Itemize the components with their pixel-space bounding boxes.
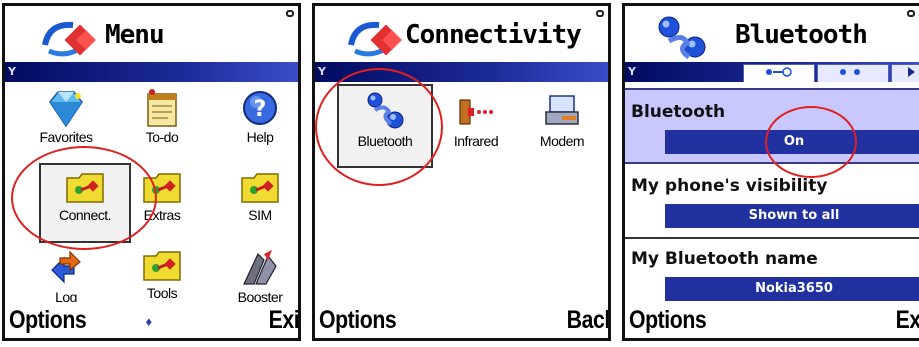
infrared-icon [459,99,493,125]
svg-text:?: ? [254,97,267,122]
bluetooth-settings-tab-icon [766,67,792,77]
menu-item-todo[interactable]: To-do [115,88,209,145]
annotation-circle [315,68,443,186]
setting-label: Bluetooth [631,102,726,122]
tab-settings[interactable] [743,64,815,82]
bluetooth-logo-icon [658,16,706,60]
page-title: Connectivity [405,20,582,50]
menu-screen: Menu Y Favorites To-do ? Help Connect. E… [2,3,301,341]
options-softkey[interactable]: Options [629,306,707,335]
setting-label: My phone's visibility [631,176,828,196]
menu-item-label: Modem [539,133,585,149]
status-indicator-icon [286,10,294,17]
antenna-icon: Y [628,65,636,78]
modem-icon [545,95,579,125]
connectivity-logo-icon [348,21,402,57]
folder-icon [143,251,181,281]
menu-item-infrared[interactable]: Infrared [429,90,523,149]
antenna-icon: Y [318,65,326,78]
paired-devices-tab-icon [840,69,860,75]
menu-item-label: To-do [145,129,179,145]
softkey-bar: Options ♦ Exit [5,302,298,338]
menu-item-tools[interactable]: Tools [115,248,209,301]
nav-bar: Y [5,62,298,82]
antenna-icon: Y [8,65,16,78]
menu-item-sim[interactable]: SIM [213,170,298,223]
setting-phone-visibility[interactable]: My phone's visibility Shown to all [625,166,919,236]
title-bar: Connectivity [315,6,608,64]
arrow-right-icon [908,67,915,77]
options-softkey[interactable]: Options [9,306,87,335]
status-indicator-icon [907,10,915,17]
menu-item-log[interactable]: Log [19,248,113,305]
exit-softkey[interactable]: Exit [269,306,298,335]
menu-item-label: SIM [248,207,272,223]
menu-item-label: Help [246,129,274,145]
tab-paired-devices[interactable] [817,64,889,82]
page-title: Bluetooth [735,20,868,50]
menu-item-booster[interactable]: Booster [213,248,298,305]
status-indicator-icon [596,10,604,17]
setting-value: Shown to all [665,204,919,228]
gem-icon [49,91,83,128]
options-softkey[interactable]: Options [319,306,397,335]
annotation-circle [765,106,857,178]
setting-label: My Bluetooth name [631,249,818,269]
booster-icon [243,250,277,285]
help-icon: ? [243,91,277,125]
menu-logo-icon [42,21,96,57]
connectivity-screen: Connectivity Y Bluetooth Infrared Modem [312,3,611,341]
tab-strip [643,64,919,82]
menu-item-label: Favorites [39,129,93,145]
menu-item-modem[interactable]: Modem [515,90,608,149]
softkey-bar: Options Exit [625,302,919,338]
softkey-bar: Options Back [315,302,608,338]
notepad-icon [147,89,177,127]
annotation-circle [11,146,157,250]
back-softkey[interactable]: Back [567,306,608,335]
menu-item-label: Infrared [453,133,499,149]
navigation-arrows-icon: ♦ [145,314,153,329]
menu-item-help[interactable]: ? Help [213,88,298,145]
exit-softkey[interactable]: Exit [896,306,919,335]
menu-item-favorites[interactable]: Favorites [19,88,113,145]
setting-bluetooth-name[interactable]: My Bluetooth name Nokia3650 [625,239,919,305]
title-bar: Menu [5,6,298,64]
setting-value: Nokia3650 [665,277,919,301]
title-bar: Bluetooth [625,6,919,64]
menu-item-label: Tools [146,285,178,301]
folder-icon [241,173,279,203]
bluetooth-screen: Bluetooth Y Bluetooth On My phone's visi… [622,3,919,341]
page-title: Menu [105,20,165,50]
tab-arrow-right[interactable] [891,64,919,82]
log-icon [51,250,81,284]
